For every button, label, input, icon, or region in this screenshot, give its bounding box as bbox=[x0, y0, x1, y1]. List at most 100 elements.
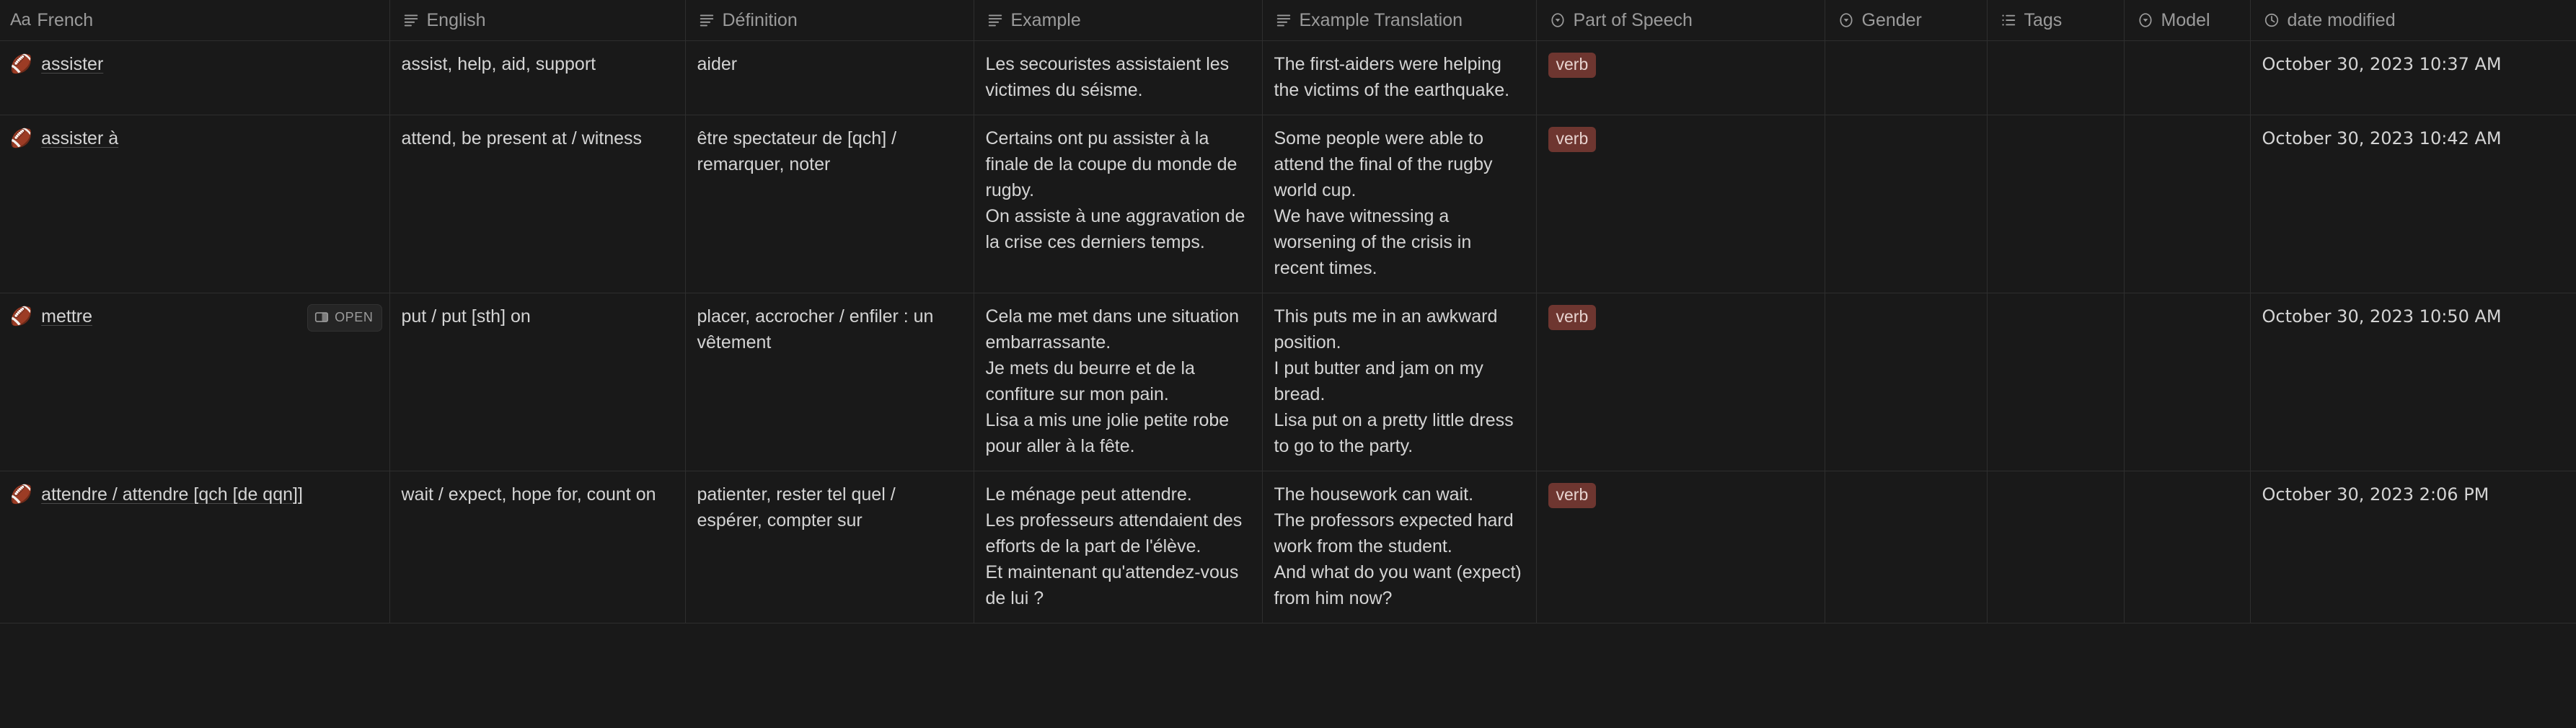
column-header-english[interactable]: English bbox=[389, 0, 686, 41]
title-cell-left: 🏈 attendre / attendre [qch [de qqn]] bbox=[10, 481, 303, 507]
cell-gender[interactable] bbox=[1825, 115, 1988, 293]
cell-example[interactable]: Cela me met dans une situation embarrass… bbox=[974, 293, 1263, 471]
column-header-example[interactable]: Example bbox=[974, 0, 1263, 41]
cell-gender[interactable] bbox=[1825, 471, 1988, 623]
cell-gender[interactable] bbox=[1825, 293, 1988, 471]
cell-french[interactable]: 🏈 mettre OPEN bbox=[0, 293, 390, 471]
cell-date_modified[interactable]: October 30, 2023 10:42 AM bbox=[2250, 115, 2576, 293]
column-header-example_translation[interactable]: Example Translation bbox=[1262, 0, 1537, 41]
column-header-label: Tags bbox=[2024, 10, 2063, 31]
page-title-link[interactable]: assister bbox=[41, 51, 103, 77]
cell-example[interactable]: Le ménage peut attendre. Les professeurs… bbox=[974, 471, 1263, 623]
cell-date_modified[interactable]: October 30, 2023 10:37 AM bbox=[2250, 40, 2576, 115]
example-value: Les secouristes assistaient les victimes… bbox=[985, 53, 1230, 100]
title-cell-left: 🏈 assister à bbox=[10, 125, 118, 151]
cell-example[interactable]: Certains ont pu assister à la finale de … bbox=[974, 115, 1263, 293]
example_translation-value: This puts me in an awkward position. I p… bbox=[1274, 306, 1514, 456]
cell-example_translation[interactable]: This puts me in an awkward position. I p… bbox=[1262, 293, 1537, 471]
column-header-inner: Définition bbox=[697, 11, 962, 30]
cell-tags[interactable] bbox=[1987, 40, 2125, 115]
clock-icon bbox=[2262, 11, 2281, 30]
page-title-link[interactable]: mettre bbox=[41, 303, 92, 329]
column-header-inner: Aa French bbox=[10, 9, 378, 31]
page-emoji-icon[interactable]: 🏈 bbox=[10, 481, 32, 507]
column-header-label: Part of Speech bbox=[1573, 10, 1693, 31]
cell-date_modified[interactable]: October 30, 2023 2:06 PM bbox=[2250, 471, 2576, 623]
cell-model[interactable] bbox=[2124, 115, 2251, 293]
column-header-tags[interactable]: Tags bbox=[1987, 0, 2125, 41]
title-aa-icon: Aa bbox=[10, 9, 31, 30]
example-value: Le ménage peut attendre. Les professeurs… bbox=[985, 484, 1243, 608]
title-cell-left: 🏈 assister bbox=[10, 51, 103, 77]
open-page-button[interactable]: OPEN bbox=[307, 303, 382, 332]
cell-english[interactable]: put / put [sth] on bbox=[389, 293, 686, 471]
title-cell-wrapper: 🏈 assister bbox=[10, 51, 382, 77]
cell-part_of_speech[interactable]: verb bbox=[1536, 115, 1825, 293]
example-value: Cela me met dans une situation embarrass… bbox=[985, 306, 1240, 456]
cell-example[interactable]: Les secouristes assistaient les victimes… bbox=[974, 40, 1263, 115]
page-emoji-icon[interactable]: 🏈 bbox=[10, 125, 32, 151]
english-value: assist, help, aid, support bbox=[401, 53, 596, 74]
table-row[interactable]: 🏈 assister assist, help, aid, support aider… bbox=[0, 40, 2576, 115]
column-header-label: date modified bbox=[2287, 10, 2396, 31]
cell-english[interactable]: assist, help, aid, support bbox=[389, 40, 686, 115]
example-value: Certains ont pu assister à la finale de … bbox=[985, 128, 1245, 252]
part-of-speech-chip[interactable]: verb bbox=[1548, 304, 1597, 331]
cell-model[interactable] bbox=[2124, 471, 2251, 623]
column-header-part_of_speech[interactable]: Part of Speech bbox=[1536, 0, 1825, 41]
date-modified-value: October 30, 2023 10:42 AM bbox=[2262, 128, 2502, 148]
column-header-gender[interactable]: Gender bbox=[1825, 0, 1988, 41]
cell-gender[interactable] bbox=[1825, 40, 1988, 115]
column-header-label: French bbox=[37, 10, 94, 31]
column-header-label: Définition bbox=[722, 10, 798, 31]
example_translation-value: Some people were able to attend the fina… bbox=[1274, 128, 1493, 278]
title-cell-wrapper: 🏈 mettre OPEN bbox=[10, 303, 382, 332]
table-header-row: Aa French English Définition Example Example … bbox=[0, 0, 2576, 41]
cell-part_of_speech[interactable]: verb bbox=[1536, 293, 1825, 471]
definition-value: patienter, rester tel quel / espérer, co… bbox=[697, 484, 896, 531]
page-title-link[interactable]: attendre / attendre [qch [de qqn]] bbox=[41, 481, 303, 507]
cell-french[interactable]: 🏈 attendre / attendre [qch [de qqn]] bbox=[0, 471, 390, 623]
select-chevron-circle-icon bbox=[1837, 11, 1856, 30]
column-header-date_modified[interactable]: date modified bbox=[2250, 0, 2576, 41]
cell-definition[interactable]: placer, accrocher / enfiler : un vêtemen… bbox=[685, 293, 974, 471]
table-row[interactable]: 🏈 assister à attend, be present at / witne… bbox=[0, 115, 2576, 293]
text-lines-icon bbox=[1274, 11, 1293, 30]
cell-definition[interactable]: patienter, rester tel quel / espérer, co… bbox=[685, 471, 974, 623]
english-value: attend, be present at / witness bbox=[401, 128, 643, 148]
column-header-model[interactable]: Model bbox=[2124, 0, 2251, 41]
cell-model[interactable] bbox=[2124, 293, 2251, 471]
table-row[interactable]: 🏈 attendre / attendre [qch [de qqn]] wait … bbox=[0, 471, 2576, 623]
cell-part_of_speech[interactable]: verb bbox=[1536, 471, 1825, 623]
multi-select-list-icon bbox=[1999, 11, 2018, 30]
cell-french[interactable]: 🏈 assister bbox=[0, 40, 390, 115]
column-header-french[interactable]: Aa French bbox=[0, 0, 390, 41]
page-emoji-icon[interactable]: 🏈 bbox=[10, 303, 32, 329]
cell-date_modified[interactable]: October 30, 2023 10:50 AM bbox=[2250, 293, 2576, 471]
cell-tags[interactable] bbox=[1987, 293, 2125, 471]
cell-example_translation[interactable]: The housework can wait. The professors e… bbox=[1262, 471, 1537, 623]
cell-definition[interactable]: aider bbox=[685, 40, 974, 115]
cell-part_of_speech[interactable]: verb bbox=[1536, 40, 1825, 115]
cell-english[interactable]: wait / expect, hope for, count on bbox=[389, 471, 686, 623]
column-header-definition[interactable]: Définition bbox=[685, 0, 974, 41]
example_translation-value: The first-aiders were helping the victim… bbox=[1274, 53, 1510, 100]
cell-tags[interactable] bbox=[1987, 115, 2125, 293]
part-of-speech-chip[interactable]: verb bbox=[1548, 482, 1597, 509]
column-header-inner: English bbox=[402, 11, 674, 30]
cell-model[interactable] bbox=[2124, 40, 2251, 115]
page-title-link[interactable]: assister à bbox=[41, 125, 118, 151]
column-header-label: Example Translation bbox=[1299, 10, 1463, 31]
cell-tags[interactable] bbox=[1987, 471, 2125, 623]
cell-english[interactable]: attend, be present at / witness bbox=[389, 115, 686, 293]
part-of-speech-chip[interactable]: verb bbox=[1548, 52, 1597, 79]
cell-example_translation[interactable]: The first-aiders were helping the victim… bbox=[1262, 40, 1537, 115]
cell-french[interactable]: 🏈 assister à bbox=[0, 115, 390, 293]
page-emoji-icon[interactable]: 🏈 bbox=[10, 51, 32, 77]
cell-definition[interactable]: être spectateur de [qch] / remarquer, no… bbox=[685, 115, 974, 293]
table-row[interactable]: 🏈 mettre OPEN put / put [sth] on placer, acc… bbox=[0, 293, 2576, 471]
cell-example_translation[interactable]: Some people were able to attend the fina… bbox=[1262, 115, 1537, 293]
title-cell-wrapper: 🏈 assister à bbox=[10, 125, 382, 151]
part-of-speech-chip[interactable]: verb bbox=[1548, 126, 1597, 153]
column-header-inner: Gender bbox=[1837, 11, 1975, 30]
